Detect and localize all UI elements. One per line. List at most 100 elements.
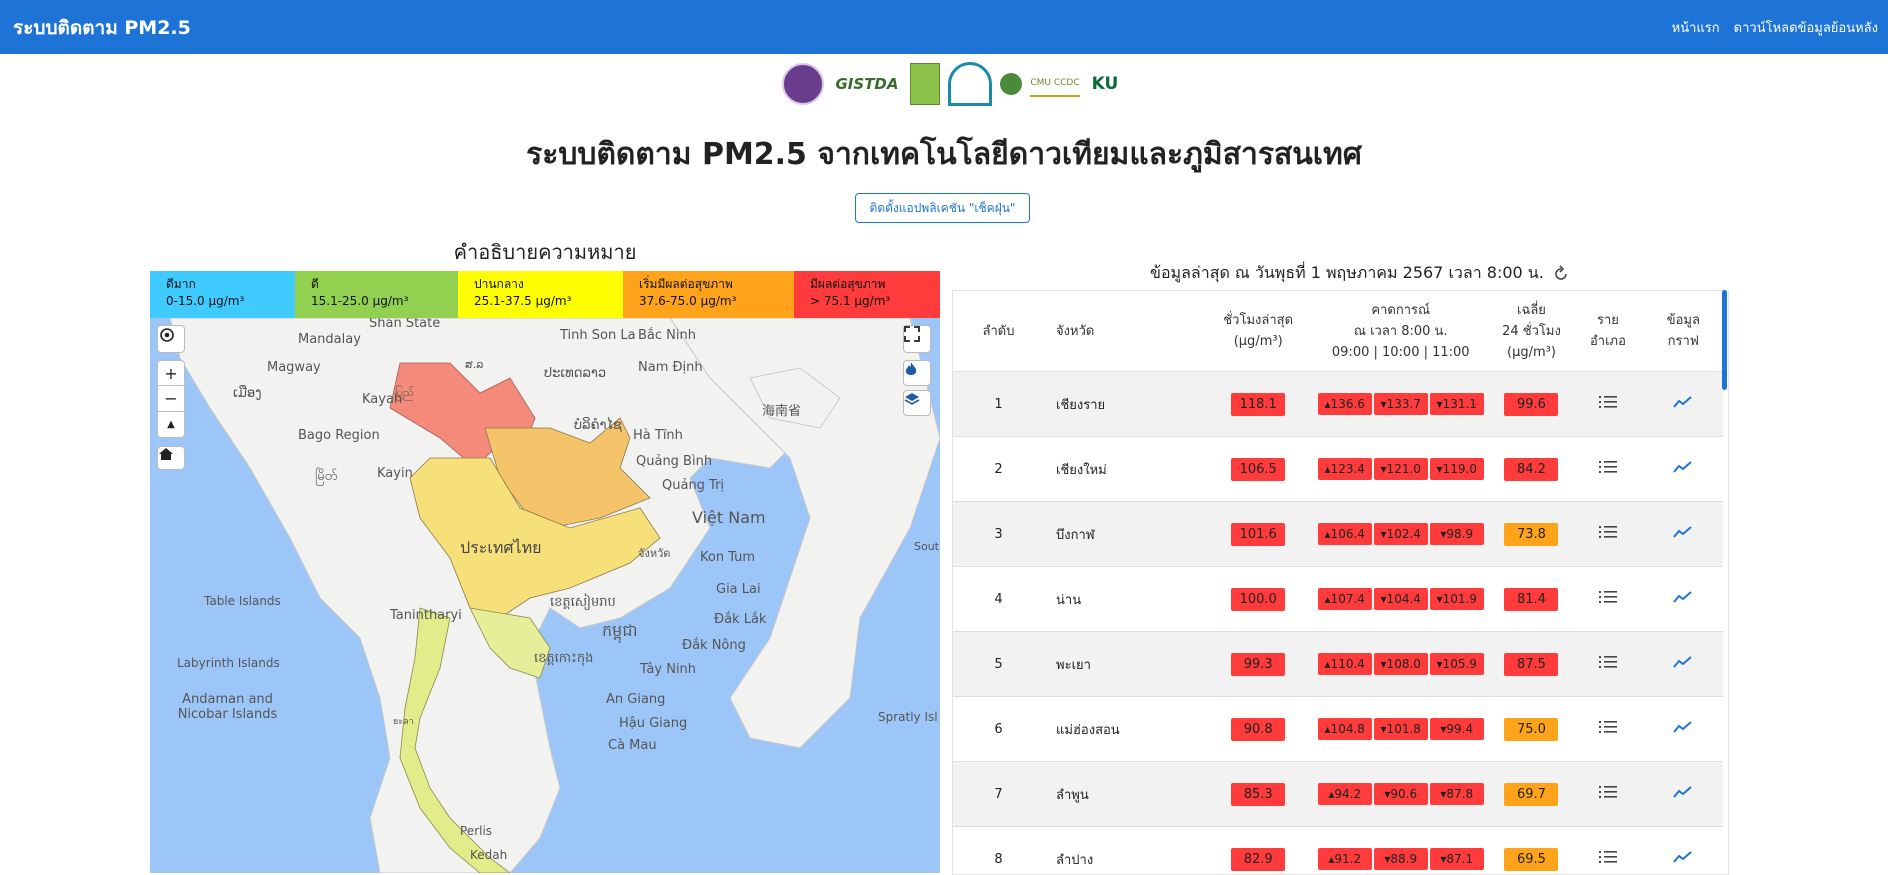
table-row: 2เชียงใหม่106.5▴123.4▾121.0▾119.084.2 — [953, 437, 1723, 502]
forecast-0900-badge: ▴106.4 — [1318, 523, 1372, 545]
compass-button[interactable]: ▲ — [157, 412, 185, 438]
forecast-1000-badge: ▾108.0 — [1374, 653, 1428, 675]
map-label: Bắc Ninh — [638, 328, 696, 343]
page-title: ระบบติดตาม PM2.5 จากเทคโนโลยีดาวเทียมและ… — [0, 131, 1888, 178]
map-label: ខេត្តកោះកុង — [534, 650, 593, 669]
cell-graph — [1644, 437, 1723, 502]
cell-rank: 1 — [953, 372, 1044, 437]
table-row: 5พะเยา99.3▴110.4▾108.0▾105.987.5 — [953, 632, 1723, 697]
cell-district — [1572, 502, 1643, 567]
col-header-district: ราย อำเภอ — [1572, 291, 1643, 372]
line-chart-icon[interactable] — [1673, 459, 1693, 475]
map-label: ປະເທດລາວ — [544, 366, 606, 381]
header-line: คาดการณ์ — [1312, 300, 1490, 321]
district-list-icon[interactable] — [1598, 459, 1618, 475]
cell-avg: 69.5 — [1491, 827, 1573, 875]
cell-district — [1572, 567, 1643, 632]
header-line: ข้อมูล — [1645, 310, 1722, 331]
map-label: Andaman and Nicobar Islands — [175, 692, 280, 722]
nav-link-home[interactable]: หน้าแรก — [1672, 17, 1720, 38]
cell-rank: 3 — [953, 502, 1044, 567]
fullscreen-icon — [904, 326, 920, 342]
line-chart-icon[interactable] — [1673, 719, 1693, 735]
legend-range: 37.6-75.0 µg/m³ — [639, 293, 794, 310]
table-row: 1เชียงราย118.1▴136.6▾133.7▾131.199.6 — [953, 372, 1723, 437]
nav-link-download[interactable]: ดาวน์โหลดข้อมูลย้อนหลัง — [1734, 17, 1878, 38]
forecast-1000-badge: ▾101.8 — [1374, 718, 1428, 740]
gistda-logo: GISTDA — [832, 69, 902, 99]
latest-value-badge: 90.8 — [1231, 718, 1285, 741]
refresh-icon[interactable] — [1552, 265, 1570, 283]
fire-hotspot-button[interactable] — [903, 360, 931, 386]
forecast-1100-badge: ▾119.0 — [1430, 458, 1484, 480]
legend-label: เริ่มมีผลต่อสุขภาพ — [639, 276, 794, 293]
cell-forecast: ▴136.6▾133.7▾131.1 — [1311, 372, 1491, 437]
district-list-icon[interactable] — [1598, 394, 1618, 410]
pm25-map[interactable]: Shan State Mandalay Magway ເມືອງ Kayah B… — [150, 318, 940, 873]
locate-button[interactable] — [157, 325, 185, 353]
header-line: ณ เวลา 8:00 น. — [1312, 321, 1490, 342]
legend-title: คำอธิบายความหมาย — [150, 236, 940, 268]
cell-forecast: ▴104.8▾101.8▾99.4 — [1311, 697, 1491, 762]
line-chart-icon[interactable] — [1673, 849, 1693, 865]
avg-value-badge: 69.7 — [1504, 783, 1558, 806]
cell-avg: 69.7 — [1491, 762, 1573, 827]
line-chart-icon[interactable] — [1673, 524, 1693, 540]
cell-avg: 87.5 — [1491, 632, 1573, 697]
map-label: Cà Mau — [608, 738, 657, 753]
map-label: ยะลา — [393, 714, 414, 728]
header-line: เฉลี่ย — [1492, 300, 1572, 321]
legend-item-very-good: ดีมาก 0-15.0 µg/m³ — [150, 271, 295, 318]
line-chart-icon[interactable] — [1673, 394, 1693, 410]
col-header-province: จังหวัด — [1044, 291, 1206, 372]
district-list-icon[interactable] — [1598, 589, 1618, 605]
map-label: Labyrinth Islands — [177, 656, 280, 670]
cell-district — [1572, 762, 1643, 827]
fullscreen-button[interactable] — [903, 325, 931, 353]
line-chart-icon[interactable] — [1673, 654, 1693, 670]
forecast-0900-badge: ▴136.6 — [1318, 393, 1372, 415]
district-list-icon[interactable] — [1598, 719, 1618, 735]
district-list-icon[interactable] — [1598, 654, 1618, 670]
cell-province: เชียงราย — [1044, 372, 1206, 437]
install-app-button[interactable]: ติดตั้งแอปพลิเคชัน "เช็คฝุ่น" — [855, 193, 1030, 223]
map-label: Nam Định — [638, 360, 703, 375]
legend-label: ดีมาก — [166, 276, 295, 293]
map-label: ບໍລິຄໍາໄຊ — [574, 418, 622, 433]
agency-logo — [910, 63, 940, 105]
home-button[interactable] — [157, 446, 185, 470]
cell-latest: 85.3 — [1206, 762, 1311, 827]
map-label: Quảng Trị — [662, 478, 724, 493]
district-list-icon[interactable] — [1598, 784, 1618, 800]
layers-icon — [904, 391, 920, 407]
cell-province: ลำพูน — [1044, 762, 1206, 827]
latest-value-badge: 82.9 — [1231, 848, 1285, 871]
cell-district — [1572, 372, 1643, 437]
brand-title[interactable]: ระบบติดตาม PM2.5 — [13, 13, 191, 43]
zoom-in-button[interactable]: + — [157, 360, 185, 386]
table-scrollbar[interactable] — [1722, 290, 1727, 390]
district-list-icon[interactable] — [1598, 524, 1618, 540]
cell-latest: 101.6 — [1206, 502, 1311, 567]
cell-district — [1572, 697, 1643, 762]
map-label: Đắk Nông — [682, 638, 746, 653]
cell-rank: 7 — [953, 762, 1044, 827]
cell-graph — [1644, 502, 1723, 567]
cell-avg: 73.8 — [1491, 502, 1573, 567]
district-list-icon[interactable] — [1598, 849, 1618, 865]
cell-district — [1572, 437, 1643, 502]
cell-province: น่าน — [1044, 567, 1206, 632]
layers-button[interactable] — [903, 390, 931, 416]
partner-logos: GISTDA CMU CCDC KU — [782, 62, 1122, 106]
cell-forecast: ▴91.2▾88.9▾87.1 — [1311, 827, 1491, 875]
line-chart-icon[interactable] — [1673, 589, 1693, 605]
cell-latest: 106.5 — [1206, 437, 1311, 502]
forecast-0900-badge: ▴91.2 — [1318, 848, 1372, 870]
line-chart-icon[interactable] — [1673, 784, 1693, 800]
legend-label: ดี — [311, 276, 458, 293]
zoom-out-button[interactable]: − — [157, 386, 185, 412]
map-label: Gia Lai — [716, 582, 761, 597]
ranking-table-container[interactable]: ลำดับ จังหวัด ชั่วโมงล่าสุด (µg/m³) คาดก… — [952, 290, 1729, 875]
cell-province: พะเยา — [1044, 632, 1206, 697]
cell-forecast: ▴110.4▾108.0▾105.9 — [1311, 632, 1491, 697]
